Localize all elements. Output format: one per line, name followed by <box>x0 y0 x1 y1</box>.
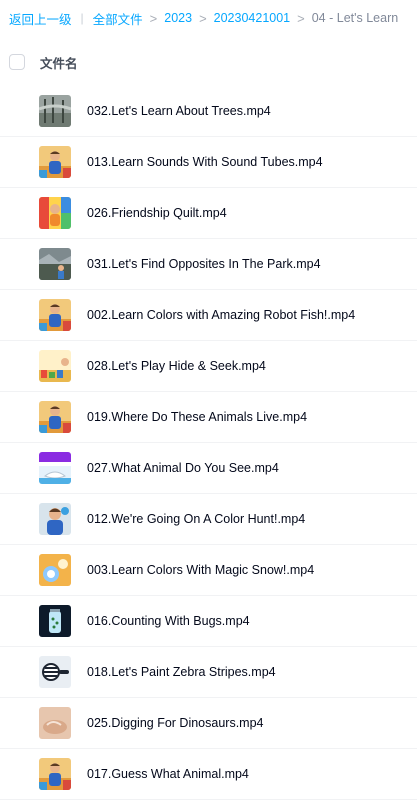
file-name[interactable]: 026.Friendship Quilt.mp4 <box>87 206 227 220</box>
row-checkbox[interactable] <box>9 562 25 578</box>
row-checkbox[interactable] <box>9 613 25 629</box>
row-checkbox[interactable] <box>9 256 25 272</box>
select-all-checkbox[interactable] <box>9 54 25 70</box>
video-thumbnail[interactable] <box>39 299 71 331</box>
file-row[interactable]: 017.Guess What Animal.mp4 <box>0 749 417 800</box>
row-checkbox[interactable] <box>9 715 25 731</box>
video-thumbnail[interactable] <box>39 95 71 127</box>
row-checkbox[interactable] <box>9 460 25 476</box>
breadcrumb-folder[interactable]: 20230421001 <box>214 11 290 25</box>
video-thumbnail[interactable] <box>39 197 71 229</box>
breadcrumb: 返回上一级 | 全部文件 > 2023 > 20230421001 > 04 -… <box>0 0 417 36</box>
file-name[interactable]: 019.Where Do These Animals Live.mp4 <box>87 410 307 424</box>
file-name[interactable]: 002.Learn Colors with Amazing Robot Fish… <box>87 308 355 322</box>
breadcrumb-2023[interactable]: 2023 <box>164 11 192 25</box>
video-thumbnail[interactable] <box>39 401 71 433</box>
file-name[interactable]: 016.Counting With Bugs.mp4 <box>87 614 250 628</box>
video-thumbnail[interactable] <box>39 605 71 637</box>
row-checkbox[interactable] <box>9 409 25 425</box>
breadcrumb-current: 04 - Let's Learn <box>311 11 399 25</box>
row-checkbox[interactable] <box>9 358 25 374</box>
breadcrumb-separator: > <box>149 10 158 26</box>
row-checkbox[interactable] <box>9 307 25 323</box>
video-thumbnail[interactable] <box>39 248 71 280</box>
video-thumbnail[interactable] <box>39 503 71 535</box>
file-name[interactable]: 028.Let's Play Hide & Seek.mp4 <box>87 359 266 373</box>
video-thumbnail[interactable] <box>39 707 71 739</box>
file-name[interactable]: 012.We're Going On A Color Hunt!.mp4 <box>87 512 305 526</box>
file-row[interactable]: 032.Let's Learn About Trees.mp4 <box>0 86 417 137</box>
file-row[interactable]: 026.Friendship Quilt.mp4 <box>0 188 417 239</box>
file-row[interactable]: 013.Learn Sounds With Sound Tubes.mp4 <box>0 137 417 188</box>
file-name[interactable]: 013.Learn Sounds With Sound Tubes.mp4 <box>87 155 323 169</box>
video-thumbnail[interactable] <box>39 350 71 382</box>
file-name[interactable]: 032.Let's Learn About Trees.mp4 <box>87 104 271 118</box>
row-checkbox[interactable] <box>9 103 25 119</box>
file-row[interactable]: 012.We're Going On A Color Hunt!.mp4 <box>0 494 417 545</box>
file-row[interactable]: 028.Let's Play Hide & Seek.mp4 <box>0 341 417 392</box>
file-name[interactable]: 003.Learn Colors With Magic Snow!.mp4 <box>87 563 314 577</box>
file-list: 032.Let's Learn About Trees.mp4 013.Learn… <box>0 86 417 800</box>
file-name[interactable]: 017.Guess What Animal.mp4 <box>87 767 249 781</box>
back-link[interactable]: 返回上一级 <box>9 9 72 28</box>
file-row[interactable]: 016.Counting With Bugs.mp4 <box>0 596 417 647</box>
file-row[interactable]: 027.What Animal Do You See.mp4 <box>0 443 417 494</box>
file-name[interactable]: 031.Let's Find Opposites In The Park.mp4 <box>87 257 321 271</box>
row-checkbox[interactable] <box>9 511 25 527</box>
video-thumbnail[interactable] <box>39 758 71 790</box>
file-row[interactable]: 031.Let's Find Opposites In The Park.mp4 <box>0 239 417 290</box>
breadcrumb-separator: > <box>199 10 207 26</box>
row-checkbox[interactable] <box>9 766 25 782</box>
video-thumbnail[interactable] <box>39 656 71 688</box>
video-thumbnail[interactable] <box>39 146 71 178</box>
file-name[interactable]: 027.What Animal Do You See.mp4 <box>87 461 279 475</box>
file-row[interactable]: 025.Digging For Dinosaurs.mp4 <box>0 698 417 749</box>
video-thumbnail[interactable] <box>39 452 71 484</box>
file-name[interactable]: 018.Let's Paint Zebra Stripes.mp4 <box>87 665 276 679</box>
file-row[interactable]: 019.Where Do These Animals Live.mp4 <box>0 392 417 443</box>
breadcrumb-all-files[interactable]: 全部文件 <box>93 9 143 28</box>
row-checkbox[interactable] <box>9 664 25 680</box>
breadcrumb-separator: > <box>297 10 305 26</box>
video-thumbnail[interactable] <box>39 554 71 586</box>
name-column-header[interactable]: 文件名 <box>40 53 78 72</box>
list-header: 文件名 <box>0 42 417 82</box>
file-row[interactable]: 018.Let's Paint Zebra Stripes.mp4 <box>0 647 417 698</box>
file-row[interactable]: 002.Learn Colors with Amazing Robot Fish… <box>0 290 417 341</box>
file-row[interactable]: 003.Learn Colors With Magic Snow!.mp4 <box>0 545 417 596</box>
breadcrumb-divider: | <box>80 11 84 25</box>
file-name[interactable]: 025.Digging For Dinosaurs.mp4 <box>87 716 263 730</box>
row-checkbox[interactable] <box>9 154 25 170</box>
row-checkbox[interactable] <box>9 205 25 221</box>
